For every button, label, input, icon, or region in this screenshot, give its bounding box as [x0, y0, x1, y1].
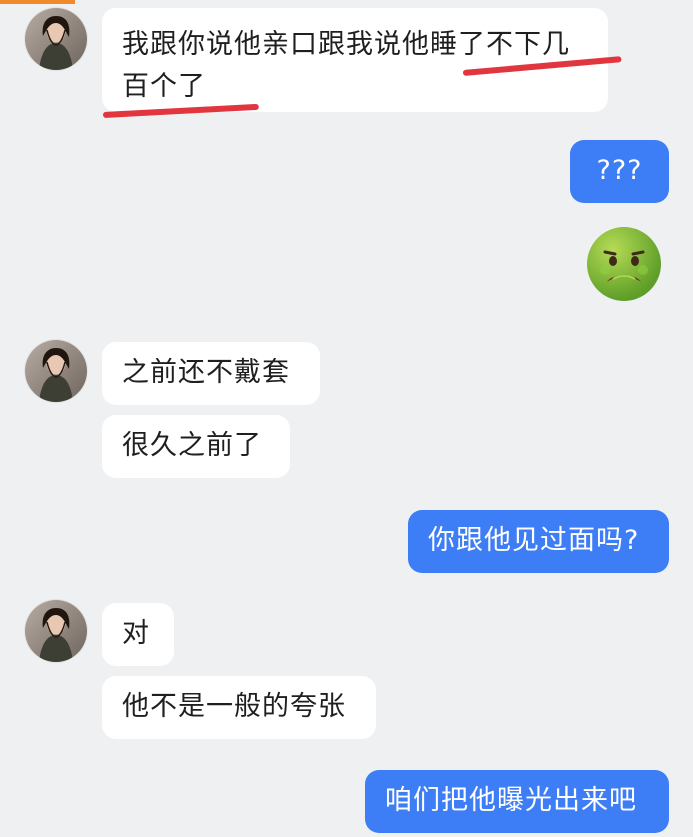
nauseated-face-icon[interactable]: [585, 225, 663, 303]
outgoing-message-bubble[interactable]: 你跟他见过面吗?: [408, 510, 669, 573]
contact-avatar-icon[interactable]: [25, 8, 87, 70]
contact-avatar-icon[interactable]: [25, 340, 87, 402]
message-text: 之前还不戴套: [122, 357, 290, 388]
message-text: ???: [596, 155, 643, 186]
incoming-message-bubble[interactable]: 我跟你说他亲口跟我说他睡了不下几 百个了: [102, 8, 608, 112]
contact-avatar-icon[interactable]: [25, 600, 87, 662]
message-text: 你跟他见过面吗?: [428, 525, 640, 556]
outgoing-message-bubble[interactable]: 咱们把他曝光出来吧: [365, 770, 669, 833]
message-text: 对: [122, 618, 150, 649]
incoming-message-bubble[interactable]: 之前还不戴套: [102, 342, 320, 405]
top-strip: [0, 0, 75, 4]
message-text: 咱们把他曝光出来吧: [385, 785, 637, 816]
incoming-message-bubble[interactable]: 很久之前了: [102, 415, 290, 478]
incoming-message-bubble[interactable]: 对: [102, 603, 174, 666]
message-text: 他不是一般的夸张: [122, 691, 346, 722]
outgoing-message-bubble[interactable]: ???: [570, 140, 669, 203]
message-text-line-1: 我跟你说他亲口跟我说他睡了不下几: [122, 29, 570, 60]
incoming-message-bubble[interactable]: 他不是一般的夸张: [102, 676, 376, 739]
message-text: 很久之前了: [122, 430, 262, 461]
message-text-line-2: 百个了: [122, 71, 206, 102]
